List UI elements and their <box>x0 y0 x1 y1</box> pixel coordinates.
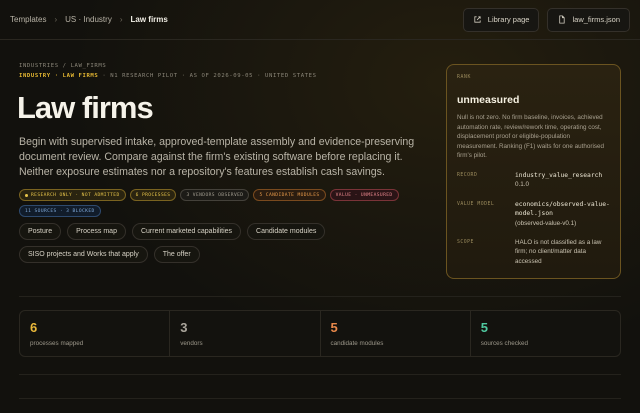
top-actions: Library page law_firms.json <box>462 7 630 32</box>
external-link-icon <box>474 16 481 23</box>
record-key: RECORD <box>457 172 478 178</box>
section-divider <box>19 374 621 375</box>
stat-caption: vendors <box>180 340 203 347</box>
badge-label: 5 CANDIDATE MODULES <box>259 192 320 198</box>
stat-number: 5 <box>480 320 488 335</box>
status-badge-vendors: 3 VENDORS OBSERVED <box>180 189 250 201</box>
rank-note: Null is not zero. No firm baseline, invo… <box>457 114 604 160</box>
meta-rest: · N1 RESEARCH PILOT · AS OF 2026-09-05 ·… <box>98 73 317 79</box>
value-model-code: economics/observed-value-model.json <box>515 200 610 218</box>
breadcrumb-separator: › <box>119 15 123 24</box>
breadcrumb-templates[interactable]: Templates <box>10 15 46 24</box>
library-page-label: Library page <box>487 15 530 24</box>
stat-number: 5 <box>330 320 338 335</box>
rank-card: RANK unmeasured Null is not zero. No fir… <box>446 64 621 279</box>
badge-label: VALUE · UNMEASURED <box>335 192 393 198</box>
scope-text: HALO is not classified as a law firm; no… <box>515 239 602 265</box>
page-description: Begin with supervised intake, approved-t… <box>19 136 415 178</box>
section-tabs: Posture Process map Current marketed cap… <box>19 223 439 263</box>
badge-label: RESEARCH ONLY · NOT ADMITTED <box>31 192 120 198</box>
stat-sources: 5 sources checked <box>471 311 620 356</box>
breadcrumb-current: Law firms <box>130 15 168 24</box>
status-badge-sources: 11 SOURCES · 3 BLOCKED <box>19 205 101 217</box>
top-bar: Templates › US · Industry › Law firms Li… <box>0 0 640 40</box>
tab-posture[interactable]: Posture <box>19 223 62 240</box>
value-model-version: (observed-value-v0.1) <box>515 219 577 227</box>
stat-processes: 6 processes mapped <box>20 311 171 356</box>
breadcrumb-separator: › <box>54 15 58 24</box>
stat-number: 6 <box>30 320 38 335</box>
scope-row: SCOPE HALO is not classified as a law fi… <box>457 238 610 266</box>
record-row: RECORD industry_value_research 0.1.0 <box>457 171 610 190</box>
stat-number: 3 <box>180 320 188 335</box>
value-model-row: VALUE MODEL economics/observed-value-mod… <box>457 200 610 228</box>
meta-highlight: INDUSTRY · LAW FIRMS <box>19 73 99 79</box>
file-icon <box>559 15 566 24</box>
rank-label: RANK <box>457 75 471 80</box>
rank-value: unmeasured <box>457 94 520 106</box>
json-file-button[interactable]: law_firms.json <box>547 7 630 32</box>
stat-vendors: 3 vendors <box>170 311 321 356</box>
tab-process-map[interactable]: Process map <box>67 223 126 240</box>
section-divider <box>19 398 621 399</box>
stat-caption: sources checked <box>480 340 529 347</box>
record-version: 0.1.0 <box>515 181 530 189</box>
breadcrumb-industry[interactable]: US · Industry <box>65 15 112 24</box>
badge-label: 3 VENDORS OBSERVED <box>186 192 244 198</box>
status-badge-research: RESEARCH ONLY · NOT ADMITTED <box>19 189 126 201</box>
library-page-button[interactable]: Library page <box>462 7 540 32</box>
status-badge-value: VALUE · UNMEASURED <box>329 189 399 201</box>
value-model-key: VALUE MODEL <box>457 201 495 207</box>
badge-label: 6 PROCESSES <box>135 192 171 198</box>
tab-siso-projects[interactable]: SISO projects and Works that apply <box>19 246 148 263</box>
stat-modules: 5 candidate modules <box>321 311 471 356</box>
status-dot-icon <box>25 193 28 197</box>
section-path: INDUSTRIES / LAW_FIRMS <box>19 63 107 69</box>
tab-candidate-modules[interactable]: Candidate modules <box>247 223 326 240</box>
section-divider <box>19 296 621 297</box>
badge-row: RESEARCH ONLY · NOT ADMITTED 6 PROCESSES… <box>19 189 439 217</box>
status-badge-processes: 6 PROCESSES <box>129 189 177 201</box>
tab-capabilities[interactable]: Current marketed capabilities <box>131 223 242 240</box>
page-title: Law firms <box>17 90 154 125</box>
stats-strip: 6 processes mapped 3 vendors 5 candidate mo… <box>19 310 621 357</box>
breadcrumb: Templates › US · Industry › Law firms <box>10 15 168 24</box>
scope-key: SCOPE <box>457 240 474 245</box>
badge-label: 11 SOURCES · 3 BLOCKED <box>25 208 95 214</box>
stat-caption: candidate modules <box>330 340 384 347</box>
meta-line: INDUSTRY · LAW FIRMS · N1 RESEARCH PILOT… <box>19 73 317 79</box>
tab-offer[interactable]: The offer <box>153 246 200 263</box>
json-file-label: law_firms.json <box>572 15 620 24</box>
record-code: industry_value_research <box>515 171 603 179</box>
stat-caption: processes mapped <box>30 340 84 347</box>
status-badge-modules: 5 CANDIDATE MODULES <box>253 189 326 201</box>
